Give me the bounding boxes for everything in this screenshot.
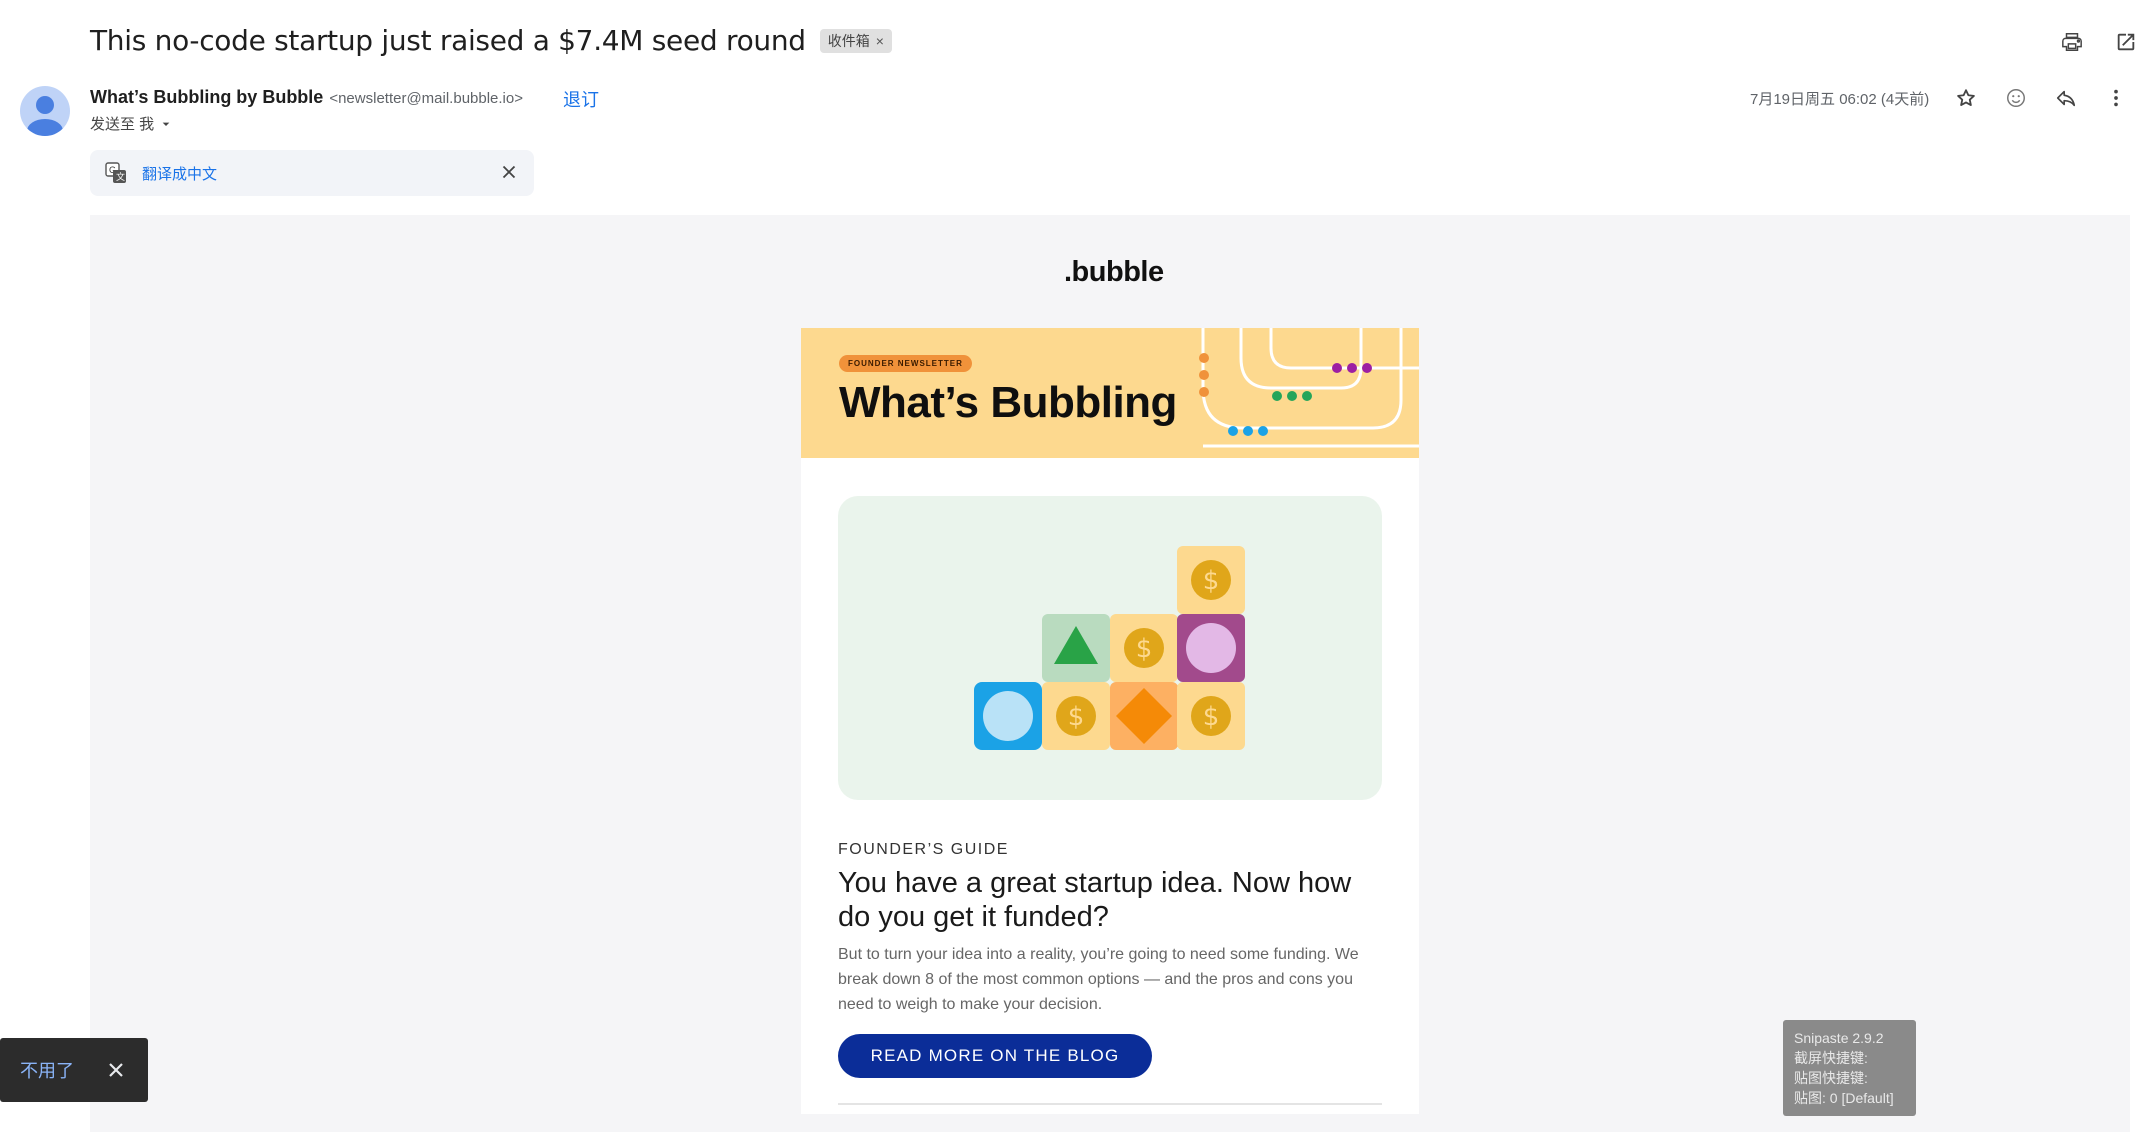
- recipient-details-toggle[interactable]: 发送至 我: [90, 113, 174, 134]
- emoji-icon: [2007, 89, 2025, 107]
- hero-illustration[interactable]: $ $ $ $: [838, 496, 1382, 800]
- sent-to-label: 发送至 我: [90, 116, 155, 133]
- top-actions: [2058, 28, 2140, 56]
- snipaste-capture-hotkey: 截屏快捷键:: [1794, 1050, 1868, 1066]
- sender-email: <newsletter@mail.bubble.io>: [329, 90, 523, 107]
- toast-close-button[interactable]: [104, 1058, 128, 1087]
- message-actions: [1952, 84, 2130, 112]
- message-date: 7月19日周五 06:02 (4天前): [1750, 91, 1930, 108]
- star-icon: [1957, 89, 1975, 106]
- sender-avatar[interactable]: [20, 86, 70, 136]
- close-icon: [109, 1063, 123, 1077]
- print-button[interactable]: [2058, 28, 2086, 56]
- hero-decoration: [1199, 328, 1419, 448]
- snipaste-paste-count: 贴图: 0 [Default]: [1794, 1090, 1894, 1106]
- translate-close-button[interactable]: [498, 161, 520, 188]
- sender-name[interactable]: What’s Bubbling by Bubble: [90, 87, 323, 108]
- bubble-logo[interactable]: .bubble: [1064, 256, 1164, 289]
- dollar-glyph: $: [1068, 702, 1085, 732]
- founder-newsletter-badge: FOUNDER NEWSLETTER: [839, 355, 972, 372]
- dismiss-action[interactable]: 不用了: [20, 1057, 74, 1083]
- label-chip-text: 收件箱: [827, 32, 870, 49]
- open-in-new-window-icon: [2117, 33, 2135, 51]
- translate-bar: G 文 翻译成中文: [90, 150, 534, 196]
- translate-icon: G 文: [105, 162, 126, 183]
- sender-info: What’s Bubbling by Bubble <newsletter@ma…: [90, 87, 523, 108]
- snipaste-tooltip: Snipaste 2.9.2 截屏快捷键: 贴图快捷键: 贴图: 0 [Defa…: [1783, 1020, 1916, 1116]
- article-headline[interactable]: You have a great startup idea. Now how d…: [838, 866, 1378, 934]
- snipaste-version: Snipaste 2.9.2: [1794, 1030, 1884, 1046]
- blocks-illustration: $ $ $ $: [974, 546, 1245, 750]
- subject-line: This no-code startup just raised a $7.4M…: [90, 24, 892, 57]
- dropdown-icon: [162, 122, 170, 126]
- add-reaction-button[interactable]: [2002, 84, 2030, 112]
- more-vert-icon: [2114, 89, 2118, 107]
- translate-link[interactable]: 翻译成中文: [142, 163, 217, 184]
- inbox-label-chip[interactable]: 收件箱 ×: [819, 28, 892, 53]
- read-more-button[interactable]: READ MORE ON THE BLOG: [838, 1034, 1152, 1078]
- reply-icon: [2056, 90, 2076, 107]
- email-subject: This no-code startup just raised a $7.4M…: [90, 24, 806, 57]
- close-icon: [502, 165, 516, 179]
- more-options-button[interactable]: [2102, 84, 2130, 112]
- snackbar-toast: 不用了: [0, 1038, 148, 1102]
- open-in-new-window-button[interactable]: [2112, 28, 2140, 56]
- snipaste-paste-hotkey: 贴图快捷键:: [1794, 1070, 1868, 1086]
- dollar-glyph: $: [1203, 702, 1220, 732]
- print-icon: [2062, 33, 2082, 51]
- newsletter-hero-banner[interactable]: FOUNDER NEWSLETTER What’s Bubbling: [801, 328, 1419, 458]
- star-button[interactable]: [1952, 84, 1980, 112]
- unsubscribe-link[interactable]: 退订: [563, 86, 599, 112]
- reply-button[interactable]: [2052, 84, 2080, 112]
- avatar-icon: [27, 96, 63, 136]
- section-divider: [838, 1103, 1382, 1105]
- newsletter-card: FOUNDER NEWSLETTER What’s Bubbling $ $ $…: [801, 328, 1419, 1114]
- remove-label-icon[interactable]: ×: [876, 33, 884, 49]
- newsletter-title: What’s Bubbling: [839, 378, 1177, 427]
- gmail-message-view: This no-code startup just raised a $7.4M…: [0, 0, 2150, 1132]
- svg-text:文: 文: [116, 171, 125, 183]
- article-eyebrow: FOUNDER’S GUIDE: [838, 841, 1009, 858]
- dollar-glyph: $: [1203, 566, 1220, 596]
- article-summary: But to turn your idea into a reality, yo…: [838, 946, 1359, 1013]
- dollar-glyph: $: [1136, 634, 1153, 664]
